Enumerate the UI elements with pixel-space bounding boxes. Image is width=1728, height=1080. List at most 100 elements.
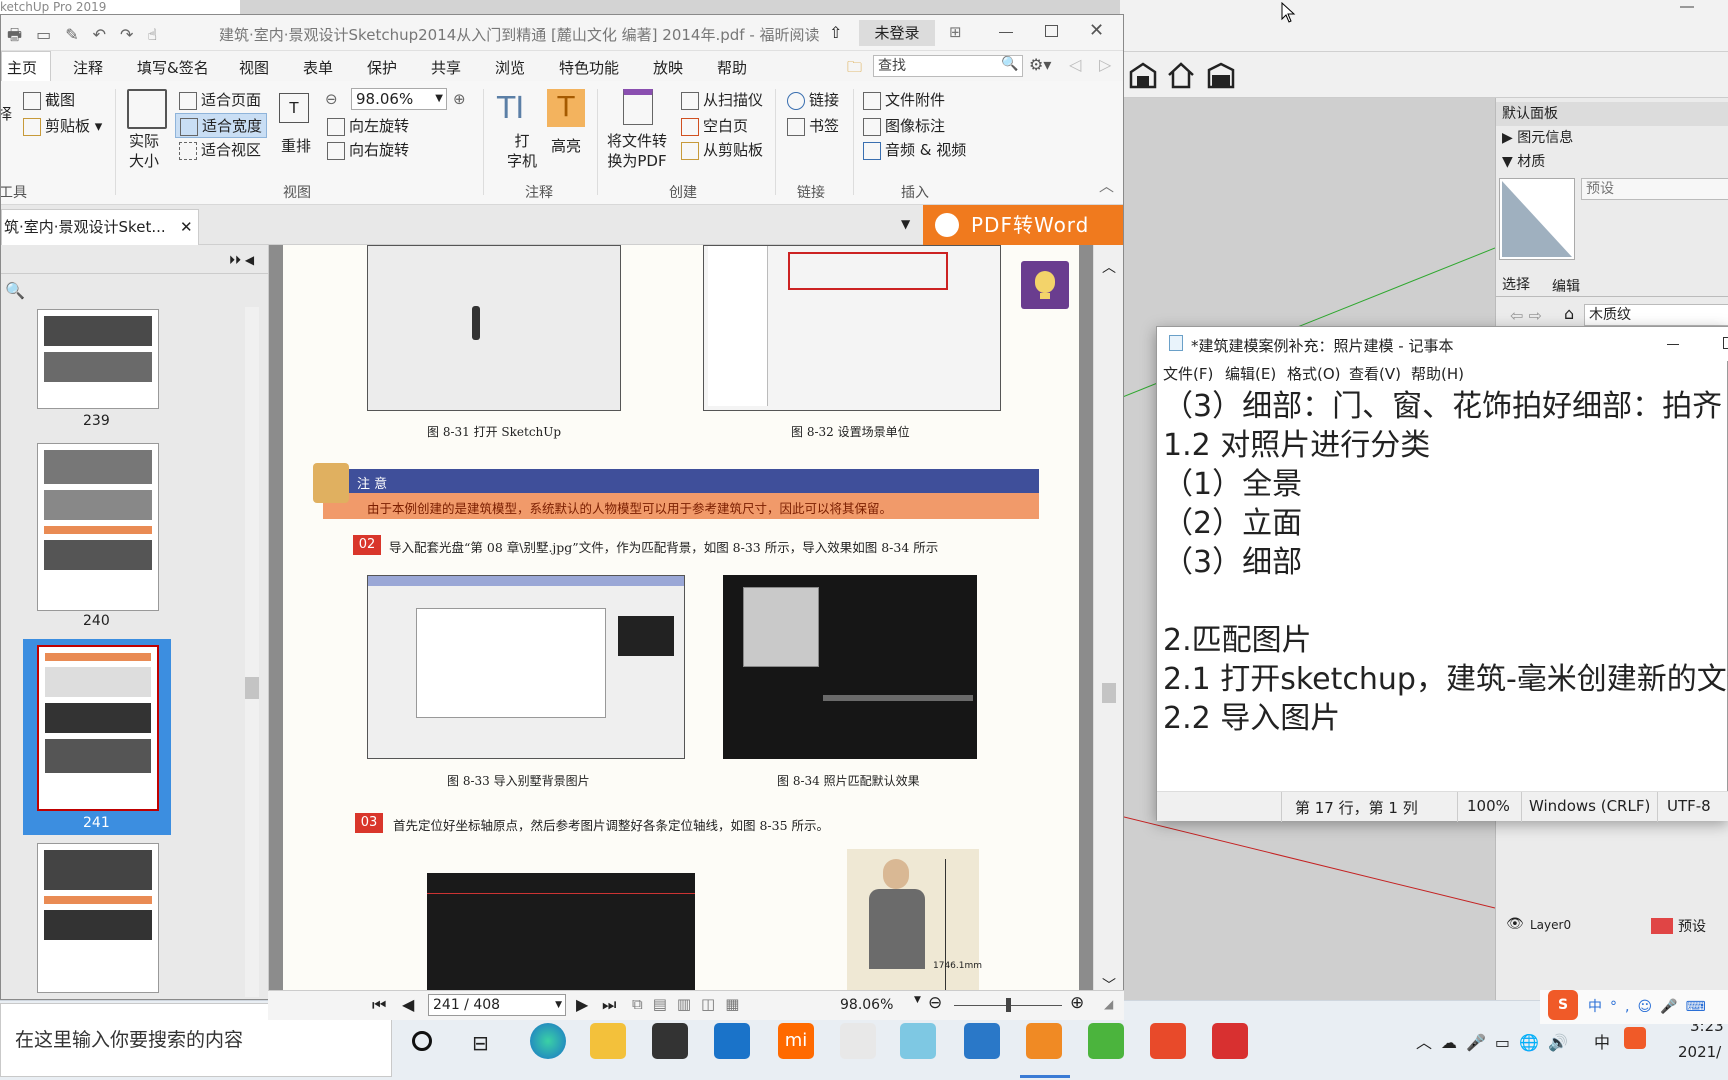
layout-icon[interactable]: ⊞ [949,23,962,41]
camtasia-red-icon[interactable] [1150,1023,1186,1059]
page-number-input[interactable]: 241 / 408 ▼ [428,994,566,1016]
next-page-icon[interactable]: ▶ [576,995,588,1014]
photos-icon[interactable] [964,1023,1000,1059]
actual-size-button[interactable]: 实际 大小 [129,131,159,171]
nav-back-icon[interactable]: ◁ [1069,55,1081,74]
maximize-button[interactable] [1045,25,1058,37]
from-scanner-button[interactable]: 从扫描仪 [681,89,763,110]
audio-video-button[interactable]: 音频 & 视频 [863,139,966,160]
menu-browse[interactable]: 浏览 [495,57,525,78]
find-folder-icon[interactable]: 🗀 [847,57,862,82]
thumbnail-page-241[interactable] [37,645,159,811]
menu-view[interactable]: 视图 [239,57,269,78]
camtasia-green-icon[interactable] [1088,1023,1124,1059]
collapse-ribbon-icon[interactable]: ︿ [1099,175,1114,196]
home-icon[interactable] [1166,60,1196,90]
material-preview[interactable] [1499,178,1575,260]
page-layout-icons[interactable]: ⧉▤▥◫▦ [632,995,749,1013]
foxit-taskbar-icon[interactable] [1026,1023,1062,1059]
quick-access-toolbar[interactable]: 🖶▭✎↶↷☝ [7,24,171,51]
scroll-up-icon[interactable]: ︿ [1102,257,1116,276]
chevron-down-icon[interactable]: ▼ [914,995,921,1005]
thumbnail-page-240[interactable] [37,443,159,611]
ime-buttons[interactable]: 中°,☺🎤⌨ [1588,996,1714,1016]
ime-indicator[interactable]: 中 [1594,1029,1610,1053]
select-fragment[interactable]: 择 [1,103,12,124]
convert-pdf-icon[interactable] [623,89,653,125]
menu-format[interactable]: 格式(O) [1287,363,1341,384]
material-name-field[interactable]: 预设 [1581,178,1728,200]
tips-lightbulb-button[interactable] [1021,261,1069,309]
link-button[interactable]: 链接 [787,89,839,110]
sogou-tray-icon[interactable] [1624,1027,1646,1049]
settings-gear-icon[interactable]: ⚙▾ [1029,55,1051,74]
fit-page-button[interactable]: 适合页面 [179,89,261,110]
attachment-button[interactable]: 文件附件 [863,89,945,110]
file-explorer-icon[interactable] [590,1023,626,1059]
sketchup-taskbar-icon[interactable] [900,1023,936,1059]
store-icon[interactable] [652,1023,688,1059]
expand-panel-icon[interactable]: ⏵⏵ ◀ [229,253,254,268]
blank-page-button[interactable]: 空白页 [681,115,748,136]
prev-page-icon[interactable]: ◀ [402,995,414,1014]
scroll-down-icon[interactable]: ﹀ [1102,975,1116,994]
tab-edit[interactable]: 编辑 [1552,276,1580,296]
tab-select[interactable]: 选择 [1502,274,1530,294]
back-arrow-icon[interactable]: ⇦ ⇨ [1510,306,1542,325]
highlight-button[interactable]: 高亮 [551,135,581,156]
minimize-icon[interactable] [1680,6,1694,8]
convert-to-pdf-button[interactable]: 将文件转 换为PDF [607,131,667,171]
first-page-icon[interactable]: ⏮ [372,995,386,1015]
notepad-text-area[interactable]: （3）细部：门、窗、花饰拍好细部：拍齐 1.2 对照片进行分类 （1）全景 （2… [1157,387,1728,783]
menu-help[interactable]: 帮助(H) [1411,363,1464,384]
zoom-out-icon[interactable]: ⊖ [325,90,338,108]
login-button[interactable]: 未登录 [859,20,935,46]
zoom-in-status-icon[interactable]: ⊕ [1070,993,1084,1013]
menu-slideshow[interactable]: 放映 [653,57,683,78]
rotate-left-button[interactable]: 向左旋转 [327,115,409,136]
image-annotation-button[interactable]: 图像标注 [863,115,945,136]
thumbnail-search-icon[interactable]: 🔍 [5,281,25,300]
thumbnail-page-239[interactable] [37,309,159,409]
actual-size-icon[interactable] [127,89,167,129]
fit-width-button[interactable]: 适合宽度 [175,113,268,138]
menu-edit[interactable]: 编辑(E) [1225,363,1276,384]
tab-list-dropdown-icon[interactable]: ▼ [901,217,910,231]
system-tray-icons[interactable]: ︿☁🎤▭🌐🔊 [1416,1029,1577,1053]
task-view-icon[interactable]: ⊟ [472,1031,489,1055]
document-tab[interactable]: 筑·室内·景观设计Sket... ✕ [1,209,199,245]
minimize-button[interactable] [1667,344,1679,345]
edge-icon[interactable] [530,1023,566,1059]
typewriter-icon[interactable]: TI [497,91,524,126]
wps-icon[interactable] [1212,1023,1248,1059]
fit-view-button[interactable]: 适合视区 [179,139,261,160]
menu-share[interactable]: 共享 [431,57,461,78]
menu-protect[interactable]: 保护 [367,57,397,78]
menu-home[interactable]: 主页 [7,57,37,78]
menu-form[interactable]: 表单 [303,57,333,78]
menu-features[interactable]: 特色功能 [559,57,619,78]
clipboard-button[interactable]: 剪贴板 ▾ [23,115,102,136]
screenshot-button[interactable]: 截图 [23,89,75,110]
thumbnail-page-242[interactable] [37,843,159,993]
mi-icon[interactable]: mi [778,1023,814,1059]
zoom-slider-handle[interactable] [1006,998,1011,1012]
layer-color-swatch[interactable] [1651,918,1673,934]
rotate-right-button[interactable]: 向右旋转 [327,139,409,160]
home-small-icon[interactable]: ⌂ [1564,304,1574,323]
thumbnail-scrollbar[interactable] [245,307,259,997]
document-view[interactable]: 图 8-31 打开 SketchUp 图 8-32 设置场景单位 注 意 由于本… [269,245,1093,999]
mail-icon[interactable] [714,1023,750,1059]
zoom-combo[interactable]: 98.06% ▼ [351,88,447,110]
maximize-button[interactable] [1723,337,1728,349]
materials-header[interactable]: ▼ 材质 [1496,150,1728,174]
highlight-icon[interactable]: T [547,89,585,127]
warehouse-icon[interactable] [1128,60,1158,90]
reflow-button[interactable]: 重排 [281,135,311,156]
document-scrollbar[interactable]: ︿ ﹀ [1093,245,1123,999]
close-button[interactable]: ✕ [1089,20,1104,41]
typewriter-button[interactable]: 打 字机 [507,131,537,171]
share-icon[interactable]: ⇧ [829,23,842,42]
resize-grip-icon[interactable]: ◢ [1104,997,1113,1011]
visibility-eye-icon[interactable]: 👁 [1506,916,1524,932]
